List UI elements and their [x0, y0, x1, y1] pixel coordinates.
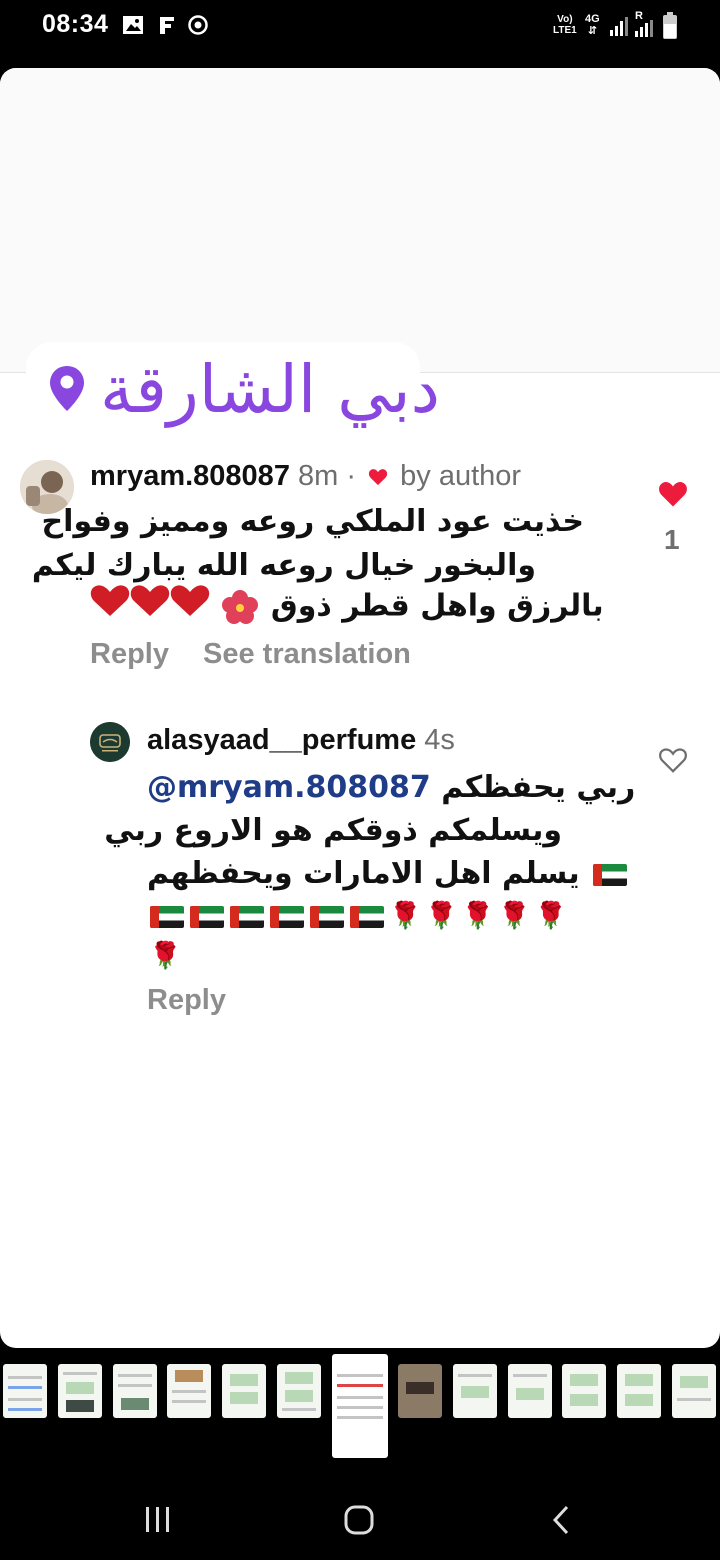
rose-emoji: 🌹: [461, 901, 495, 931]
comment-line: ويسلمكم ذوقكم هو الاروع ربي: [104, 813, 562, 848]
rose-emoji: 🌹: [425, 901, 458, 931]
thumbnail[interactable]: [508, 1364, 552, 1418]
thumbnail-strip: [0, 1350, 720, 1470]
comment-header: mryam.808087 8m · by author: [90, 458, 521, 494]
sync-icon: [188, 15, 208, 35]
reply-button[interactable]: Reply: [90, 638, 169, 671]
mention-link[interactable]: @mryam.808087: [147, 770, 431, 805]
author-liked-heart-icon: [368, 469, 388, 486]
story-preview-area: [0, 68, 720, 373]
comment-header: alasyaad__perfume 4s: [147, 722, 455, 758]
like-count: 1: [664, 524, 680, 555]
thumbnail[interactable]: [617, 1364, 661, 1418]
location-pin-icon: [50, 366, 84, 411]
thumbnail[interactable]: [3, 1364, 47, 1418]
gallery-icon: [123, 16, 143, 34]
comment-time: 4s: [424, 724, 455, 756]
uae-flag-emoji: [150, 905, 184, 928]
uae-flag-emoji: [230, 905, 264, 928]
brand-logo-avatar: [90, 722, 130, 762]
thumbnail[interactable]: [562, 1364, 606, 1418]
comment-line-with-emoji: يسلم اهل الامارات ويحفظهم: [147, 852, 630, 895]
location-text: دبي الشارقة: [100, 351, 440, 428]
emoji-line: 🌹 🌹 🌹 🌹 🌹: [147, 894, 569, 938]
comment-line: خذيت عود الملكي روعه ومميز وفواح: [41, 504, 584, 539]
network-type: 4G ⇵: [585, 13, 600, 37]
rose-emoji: 🌹: [389, 901, 422, 931]
clock: 08:34: [42, 10, 109, 38]
comment-line-with-emoji: بالرزق واهل قطر ذوق: [90, 584, 604, 630]
rose-emoji: 🌹: [498, 901, 531, 931]
story-card: دبي الشارقة mryam.808087 8m · by author …: [0, 68, 720, 1348]
home-icon[interactable]: [343, 1504, 375, 1536]
comment-line-text: يسلم اهل الامارات ويحفظهم: [147, 856, 580, 891]
thumbnail[interactable]: [58, 1364, 102, 1418]
thumbnail[interactable]: [398, 1364, 442, 1418]
signal-icon: [610, 17, 628, 36]
uae-flag-emoji: [270, 905, 304, 928]
signal-icon-2: [635, 20, 653, 37]
rose-emoji: 🌹: [149, 941, 182, 971]
status-bar: 08:34 Vo) LTE1 4G ⇵ R: [0, 0, 720, 52]
battery-icon: [663, 12, 677, 39]
comment-time: 8m: [298, 460, 339, 492]
comment-line: والبخور خيال روعه الله يبارك ليكم: [31, 548, 536, 583]
uae-flag-emoji: [350, 905, 384, 928]
username[interactable]: mryam.808087: [90, 460, 290, 492]
emoji-line: 🌹: [147, 934, 183, 978]
liked-by-author-label: by author: [400, 460, 522, 492]
thumbnail[interactable]: [113, 1364, 157, 1418]
uae-flag-emoji: [310, 905, 344, 928]
thumbnail[interactable]: [167, 1364, 211, 1418]
back-icon[interactable]: [549, 1504, 573, 1536]
thumbnail[interactable]: [453, 1364, 497, 1418]
like-heart-outline-icon[interactable]: [658, 746, 688, 774]
avatar[interactable]: [90, 722, 130, 762]
recent-apps-icon[interactable]: [144, 1506, 172, 1534]
uae-flag-emoji: [593, 863, 628, 886]
like-heart-icon[interactable]: [658, 480, 688, 508]
comment-line-with-mention: @mryam.808087 ربي يحفظكم: [147, 766, 635, 809]
see-translation-button[interactable]: See translation: [203, 638, 411, 671]
comment-line-text: ربي يحفظكم: [441, 770, 636, 805]
separator-dot: ·: [346, 460, 357, 492]
navigation-bar: [0, 1470, 720, 1560]
uae-flag-emoji: [190, 905, 224, 928]
f-notification-icon: [160, 17, 174, 34]
reply-button[interactable]: Reply: [147, 984, 226, 1017]
thumbnail[interactable]: [277, 1364, 321, 1418]
heart-emojis: [90, 584, 210, 630]
username[interactable]: alasyaad__perfume: [147, 724, 416, 756]
thumbnail-selected[interactable]: [332, 1354, 388, 1458]
rose-emoji: 🌹: [534, 901, 567, 931]
hibiscus-emoji: [222, 590, 259, 624]
volte-indicator: Vo) LTE1: [553, 14, 577, 36]
thumbnail[interactable]: [672, 1364, 716, 1418]
comment-line-text: بالرزق واهل قطر ذوق: [270, 588, 604, 624]
thumbnail[interactable]: [222, 1364, 266, 1418]
